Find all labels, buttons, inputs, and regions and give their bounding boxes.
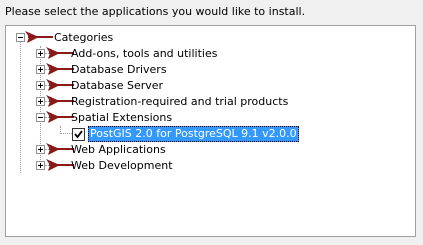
tree-label-database-drivers: Database Drivers	[71, 63, 167, 76]
expand-icon[interactable]	[36, 97, 45, 106]
tree-label-spatial-extensions: Spatial Extensions	[71, 111, 173, 124]
tree-node-postgis[interactable]: PostGIS 2.0 for PostgreSQL 9.1 v2.0.0	[6, 126, 415, 142]
tree-node-web-applications[interactable]: Web Applications	[6, 142, 415, 158]
red-pennant-icon	[46, 95, 74, 107]
red-pennant-icon	[46, 79, 74, 91]
tree-label-addons: Add-ons, tools and utilities	[71, 47, 218, 60]
tree-node-database-drivers[interactable]: Database Drivers	[6, 62, 415, 78]
tree-node-web-development[interactable]: Web Development	[6, 158, 415, 174]
tree-label-postgis[interactable]: PostGIS 2.0 for PostgreSQL 9.1 v2.0.0	[88, 126, 299, 142]
expand-icon[interactable]	[36, 65, 45, 74]
tree-node-addons[interactable]: Add-ons, tools and utilities	[6, 46, 415, 62]
tree-label-registration-required: Registration-required and trial products	[71, 95, 289, 108]
expand-icon[interactable]	[36, 81, 45, 90]
instruction-text: Please select the applications you would…	[5, 5, 306, 18]
tree-label-web-applications: Web Applications	[71, 143, 166, 156]
expand-icon[interactable]	[36, 145, 45, 154]
tree-node-registration-required[interactable]: Registration-required and trial products	[6, 94, 415, 110]
tree-label-database-server: Database Server	[71, 79, 164, 92]
tree-node-categories[interactable]: Categories	[6, 30, 415, 46]
applications-tree[interactable]: Categories Add-ons, tools and utilities …	[5, 25, 416, 237]
red-pennant-icon	[46, 159, 74, 171]
red-pennant-icon	[46, 63, 74, 75]
tree-node-database-server[interactable]: Database Server	[6, 78, 415, 94]
tree-label-web-development: Web Development	[71, 159, 173, 172]
red-pennant-icon	[46, 111, 74, 123]
postgis-checkbox[interactable]	[72, 128, 85, 141]
collapse-icon[interactable]	[16, 33, 25, 42]
red-pennant-icon	[25, 31, 53, 43]
expand-icon[interactable]	[36, 161, 45, 170]
checkmark-icon	[74, 130, 83, 139]
red-pennant-icon	[46, 143, 74, 155]
tree-label-categories: Categories	[54, 31, 114, 44]
red-pennant-icon	[46, 47, 74, 59]
tree-node-spatial-extensions[interactable]: Spatial Extensions	[6, 110, 415, 126]
collapse-icon[interactable]	[36, 113, 45, 122]
expand-icon[interactable]	[36, 49, 45, 58]
